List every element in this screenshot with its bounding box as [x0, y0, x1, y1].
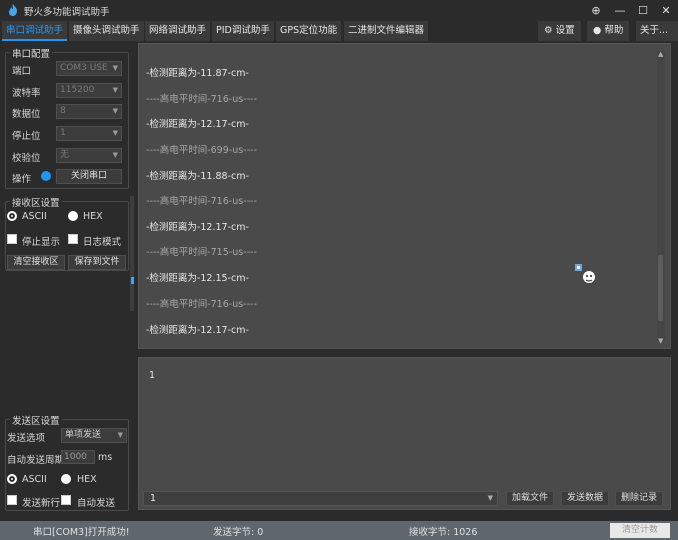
- left-scrollbar[interactable]: [130, 196, 134, 311]
- about-button[interactable]: 关于...: [636, 21, 678, 41]
- chevron-down-icon: ▼: [117, 431, 123, 439]
- tab-binary-editor[interactable]: 二进制文件编辑器: [344, 21, 429, 41]
- status-message: 串口[COM3]打开成功!: [33, 527, 130, 538]
- receive-line: -检测距离为-12.17-cm-: [146, 119, 249, 130]
- stopbits-select[interactable]: 1 ▼: [56, 126, 122, 141]
- window-title: 野火多功能调试助手: [24, 7, 110, 18]
- receive-line: -检测距离为-12.15-cm-: [146, 273, 249, 284]
- gear-icon: ⚙: [544, 25, 553, 36]
- receive-scroll-thumb[interactable]: [658, 255, 663, 321]
- chevron-down-icon: ▼: [112, 107, 118, 115]
- stopbits-label: 停止位: [12, 131, 41, 142]
- send-settings-title: 发送区设置: [10, 413, 62, 427]
- receive-line: -检测距离为-12.17-cm-: [146, 325, 249, 336]
- save-to-file-button[interactable]: 保存到文件: [68, 255, 126, 270]
- tab-camera[interactable]: 摄像头调试助手: [69, 21, 144, 41]
- operation-label: 操作: [12, 174, 32, 185]
- parity-select[interactable]: 无 ▼: [56, 148, 122, 163]
- receive-line: ----高电平时间-716-us----: [146, 94, 257, 105]
- received-bytes: 接收字节: 1026: [409, 527, 478, 538]
- tab-pid[interactable]: PID调试助手: [212, 21, 274, 41]
- recv-ascii-radio[interactable]: [7, 211, 17, 221]
- clear-count-button[interactable]: 清空计数: [610, 523, 670, 538]
- baud-select[interactable]: 115200 ▼: [56, 83, 122, 98]
- send-option-label: 发送选项: [7, 433, 46, 444]
- receive-line: ----高电平时间-715-us----: [146, 247, 257, 258]
- recv-hex-label: HEX: [83, 211, 103, 222]
- send-ascii-label: ASCII: [22, 474, 47, 485]
- scroll-up-icon[interactable]: ▲: [658, 50, 663, 58]
- auto-period-input[interactable]: 1000: [61, 450, 95, 464]
- send-newline-checkbox[interactable]: [7, 495, 17, 505]
- receive-line: ----高电平时间-716-us----: [146, 196, 257, 207]
- tab-gps[interactable]: GPS定位功能: [276, 21, 342, 41]
- receive-line: ----高电平时间-716-us----: [146, 299, 257, 310]
- load-file-button[interactable]: 加载文件: [506, 491, 554, 506]
- mascot-cursor-icon: [575, 264, 595, 283]
- chevron-down-icon: ▼: [112, 151, 118, 159]
- sent-bytes: 发送字节: 0: [213, 527, 264, 538]
- port-label: 端口: [12, 66, 32, 77]
- stop-display-label: 停止显示: [22, 237, 61, 248]
- databits-label: 数据位: [12, 109, 41, 120]
- send-text-area[interactable]: [138, 357, 671, 510]
- receive-line: -检测距离为-12.17-cm-: [146, 222, 249, 233]
- send-data-button[interactable]: 发送数据: [561, 491, 609, 506]
- send-hex-radio[interactable]: [61, 474, 71, 484]
- receive-settings-title: 接收区设置: [10, 195, 62, 209]
- chevron-down-icon: ▼: [112, 86, 118, 94]
- help-icon: ●: [593, 25, 602, 36]
- close-button[interactable]: ✕: [655, 0, 677, 21]
- baud-label: 波特率: [12, 88, 41, 99]
- tab-serial[interactable]: 串口调试助手: [2, 21, 68, 41]
- send-newline-label: 发送新行: [22, 498, 61, 509]
- databits-select[interactable]: 8 ▼: [56, 104, 122, 119]
- period-unit-label: ms: [98, 452, 113, 463]
- chevron-down-icon: ▼: [487, 494, 493, 502]
- send-option-select[interactable]: 单项发送 ▼: [61, 428, 127, 443]
- port-select[interactable]: COM3 USE ▼: [56, 61, 122, 76]
- tab-network[interactable]: 网络调试助手: [145, 21, 211, 41]
- port-status-indicator: [41, 171, 51, 181]
- send-ascii-radio[interactable]: [7, 474, 17, 484]
- auto-send-label: 自动发送: [77, 498, 116, 509]
- recv-hex-radio[interactable]: [68, 211, 78, 221]
- receive-line: ----高电平时间-699-us----: [146, 145, 257, 156]
- delete-record-button[interactable]: 删除记录: [615, 491, 663, 506]
- send-history-select[interactable]: 1 ▼: [143, 491, 498, 506]
- maximize-button[interactable]: ☐: [632, 0, 654, 21]
- app-logo-icon: [9, 4, 17, 16]
- close-port-button[interactable]: 关闭串口: [56, 169, 122, 184]
- send-hex-label: HEX: [77, 474, 97, 485]
- chevron-down-icon: ▼: [112, 129, 118, 137]
- parity-label: 校验位: [12, 153, 41, 164]
- settings-button[interactable]: ⚙ 设置: [538, 21, 581, 41]
- log-mode-label: 日志模式: [83, 237, 122, 248]
- scroll-down-icon[interactable]: ▼: [658, 337, 663, 345]
- recv-ascii-label: ASCII: [22, 211, 47, 222]
- receive-line: -检测距离为-11.88-cm-: [146, 171, 249, 182]
- receive-line: -检测距离为-11.87-cm-: [146, 68, 249, 79]
- pin-icon[interactable]: ⊕: [585, 0, 607, 21]
- clear-receive-button[interactable]: 清空接收区: [7, 255, 65, 270]
- auto-send-checkbox[interactable]: [61, 495, 71, 505]
- stop-display-checkbox[interactable]: [7, 234, 17, 244]
- splitter-handle[interactable]: [131, 277, 134, 284]
- help-button[interactable]: ● 帮助: [587, 21, 630, 41]
- auto-period-label: 自动发送周期: [7, 455, 65, 466]
- serial-config-title: 串口配置: [10, 46, 53, 60]
- minimize-button[interactable]: —: [609, 0, 631, 21]
- send-text: 1: [149, 370, 156, 381]
- chevron-down-icon: ▼: [112, 64, 118, 72]
- log-mode-checkbox[interactable]: [68, 234, 78, 244]
